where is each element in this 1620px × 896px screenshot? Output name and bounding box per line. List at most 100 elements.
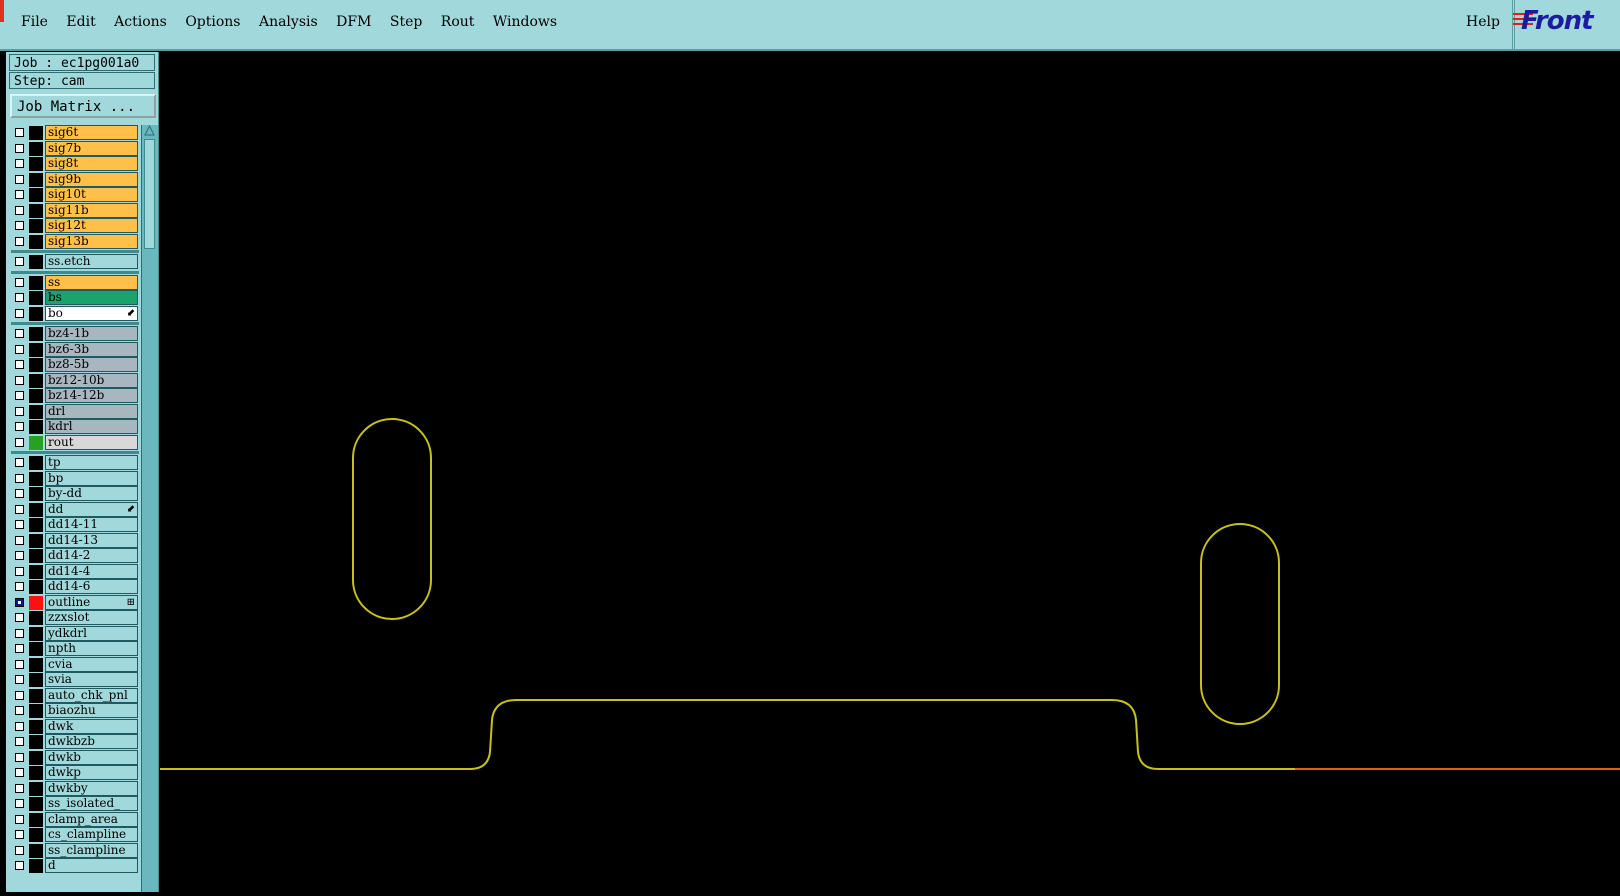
layer-color-swatch[interactable] xyxy=(29,373,43,388)
layer-name[interactable]: bp xyxy=(45,470,138,486)
layer-checkbox[interactable] xyxy=(15,504,24,514)
layer-checkbox[interactable] xyxy=(15,293,24,302)
layer-color-swatch[interactable] xyxy=(29,549,43,563)
layer-checkbox[interactable] xyxy=(15,344,24,354)
layer-color-swatch[interactable] xyxy=(29,234,43,249)
layer-color-swatch[interactable] xyxy=(29,518,43,532)
layer-color-swatch[interactable] xyxy=(29,291,43,305)
layer-name[interactable]: ss.etch xyxy=(45,254,138,269)
layer-name[interactable]: bz14-12b xyxy=(45,388,138,403)
layer-color-swatch[interactable] xyxy=(29,435,43,450)
layer-color-swatch[interactable] xyxy=(29,859,43,873)
layer-checkbox[interactable] xyxy=(15,799,24,808)
layer-color-swatch[interactable] xyxy=(29,203,43,218)
layer-name[interactable]: dd14-6 xyxy=(45,579,138,594)
layer-checkbox[interactable] xyxy=(15,644,24,653)
layer-list-scrollbar[interactable] xyxy=(141,125,158,892)
scroll-thumb[interactable] xyxy=(144,139,155,249)
layer-name[interactable]: cs_clampline xyxy=(45,827,138,842)
layer-checkbox[interactable] xyxy=(15,205,24,215)
layer-color-swatch[interactable] xyxy=(29,642,43,656)
menu-dfm[interactable]: DFM xyxy=(336,14,371,30)
layer-name[interactable]: sig8t xyxy=(45,156,138,171)
layer-row-svia[interactable]: svia xyxy=(11,672,139,688)
layer-checkbox[interactable] xyxy=(15,221,24,230)
layer-checkbox[interactable] xyxy=(15,277,24,287)
layer-name[interactable]: tp xyxy=(45,455,138,470)
layer-checkbox[interactable] xyxy=(15,752,24,762)
layer-name[interactable]: ss_clampline xyxy=(45,842,138,858)
layer-checkbox[interactable] xyxy=(15,659,24,669)
layer-checkbox[interactable] xyxy=(15,737,24,746)
layer-color-swatch[interactable] xyxy=(29,172,43,187)
layer-color-swatch[interactable] xyxy=(29,626,43,641)
layer-checkbox[interactable] xyxy=(15,582,24,591)
layer-row-sig9b[interactable]: sig9b xyxy=(11,171,139,188)
layer-row-kdrl[interactable]: kdrl xyxy=(11,419,139,435)
layer-color-swatch[interactable] xyxy=(29,275,43,290)
layer-checkbox[interactable] xyxy=(15,473,24,483)
layer-checkbox[interactable] xyxy=(15,458,24,467)
layer-row-dwkby[interactable]: dwkby xyxy=(11,780,139,797)
job-matrix-button[interactable]: Job Matrix ... xyxy=(10,94,156,118)
layer-name[interactable]: d xyxy=(45,858,138,873)
layer-checkbox[interactable] xyxy=(15,391,24,400)
layer-checkbox[interactable] xyxy=(15,422,24,431)
layer-name[interactable]: bz12-10b xyxy=(45,372,138,388)
layer-row-sig6t[interactable]: sig6t xyxy=(11,125,139,141)
layer-row-rout[interactable]: rout xyxy=(11,434,139,451)
layer-name[interactable]: dd ⬋ xyxy=(45,501,138,517)
layer-row-dwk[interactable]: dwk xyxy=(11,718,139,735)
layer-row-drl[interactable]: drl xyxy=(11,403,139,420)
layer-color-swatch[interactable] xyxy=(29,420,43,434)
layer-color-swatch[interactable] xyxy=(29,188,43,202)
layer-name[interactable]: kdrl xyxy=(45,419,138,434)
layer-checkbox[interactable] xyxy=(15,675,24,684)
layer-checkbox[interactable] xyxy=(15,437,24,447)
layer-name[interactable]: bz4-1b xyxy=(45,326,138,341)
layer-row-sig12t[interactable]: sig12t xyxy=(11,218,139,234)
layer-row-sig13b[interactable]: sig13b xyxy=(11,233,139,250)
layer-row-dd14-6[interactable]: dd14-6 xyxy=(11,579,139,595)
layer-name[interactable]: bo ⬋ xyxy=(45,305,138,321)
layer-color-swatch[interactable] xyxy=(29,673,43,687)
layer-checkbox[interactable] xyxy=(15,613,24,622)
layer-row-cvia[interactable]: cvia xyxy=(11,656,139,673)
layer-name[interactable]: sig9b xyxy=(45,171,138,187)
layer-name[interactable]: sig12t xyxy=(45,218,138,233)
layer-row-biaozhu[interactable]: biaozhu xyxy=(11,703,139,719)
layer-row-bz8-5b[interactable]: bz8-5b xyxy=(11,357,139,373)
layer-name[interactable]: biaozhu xyxy=(45,703,138,718)
layer-name[interactable]: sig13b xyxy=(45,233,138,249)
layer-checkbox[interactable] xyxy=(15,597,24,607)
layer-color-swatch[interactable] xyxy=(29,580,43,594)
layer-row-by-dd[interactable]: by-dd xyxy=(11,486,139,502)
layer-name[interactable]: outline ⊞ xyxy=(45,594,138,610)
layer-checkbox[interactable] xyxy=(15,783,24,793)
layer-name[interactable]: sig10t xyxy=(45,187,138,202)
layer-color-swatch[interactable] xyxy=(29,766,43,780)
layer-name[interactable]: auto_chk_pnl xyxy=(45,687,138,703)
layer-checkbox[interactable] xyxy=(15,721,24,731)
layer-color-swatch[interactable] xyxy=(29,358,43,372)
layer-color-swatch[interactable] xyxy=(29,502,43,517)
layer-checkbox[interactable] xyxy=(15,375,24,385)
layer-row-dwkp[interactable]: dwkp xyxy=(11,765,139,781)
layer-color-swatch[interactable] xyxy=(29,327,43,341)
layer-checkbox[interactable] xyxy=(15,128,24,137)
layer-row-zzxslot[interactable]: zzxslot xyxy=(11,610,139,626)
layer-row-bz14-12b[interactable]: bz14-12b xyxy=(11,388,139,404)
layer-checkbox[interactable] xyxy=(15,159,24,168)
layer-row-sig8t[interactable]: sig8t xyxy=(11,156,139,172)
layer-color-swatch[interactable] xyxy=(29,533,43,548)
layer-color-swatch[interactable] xyxy=(29,342,43,357)
layer-color-swatch[interactable] xyxy=(29,843,43,858)
layer-name[interactable]: dd14-13 xyxy=(45,532,138,548)
layer-row-dwkbzb[interactable]: dwkbzb xyxy=(11,734,139,750)
layer-row-d[interactable]: d xyxy=(11,858,139,874)
layer-checkbox[interactable] xyxy=(15,520,24,529)
layer-name[interactable]: dd14-4 xyxy=(45,563,138,579)
layer-checkbox[interactable] xyxy=(15,628,24,638)
layer-name[interactable]: ss xyxy=(45,274,138,290)
layer-checkbox[interactable] xyxy=(15,489,24,498)
